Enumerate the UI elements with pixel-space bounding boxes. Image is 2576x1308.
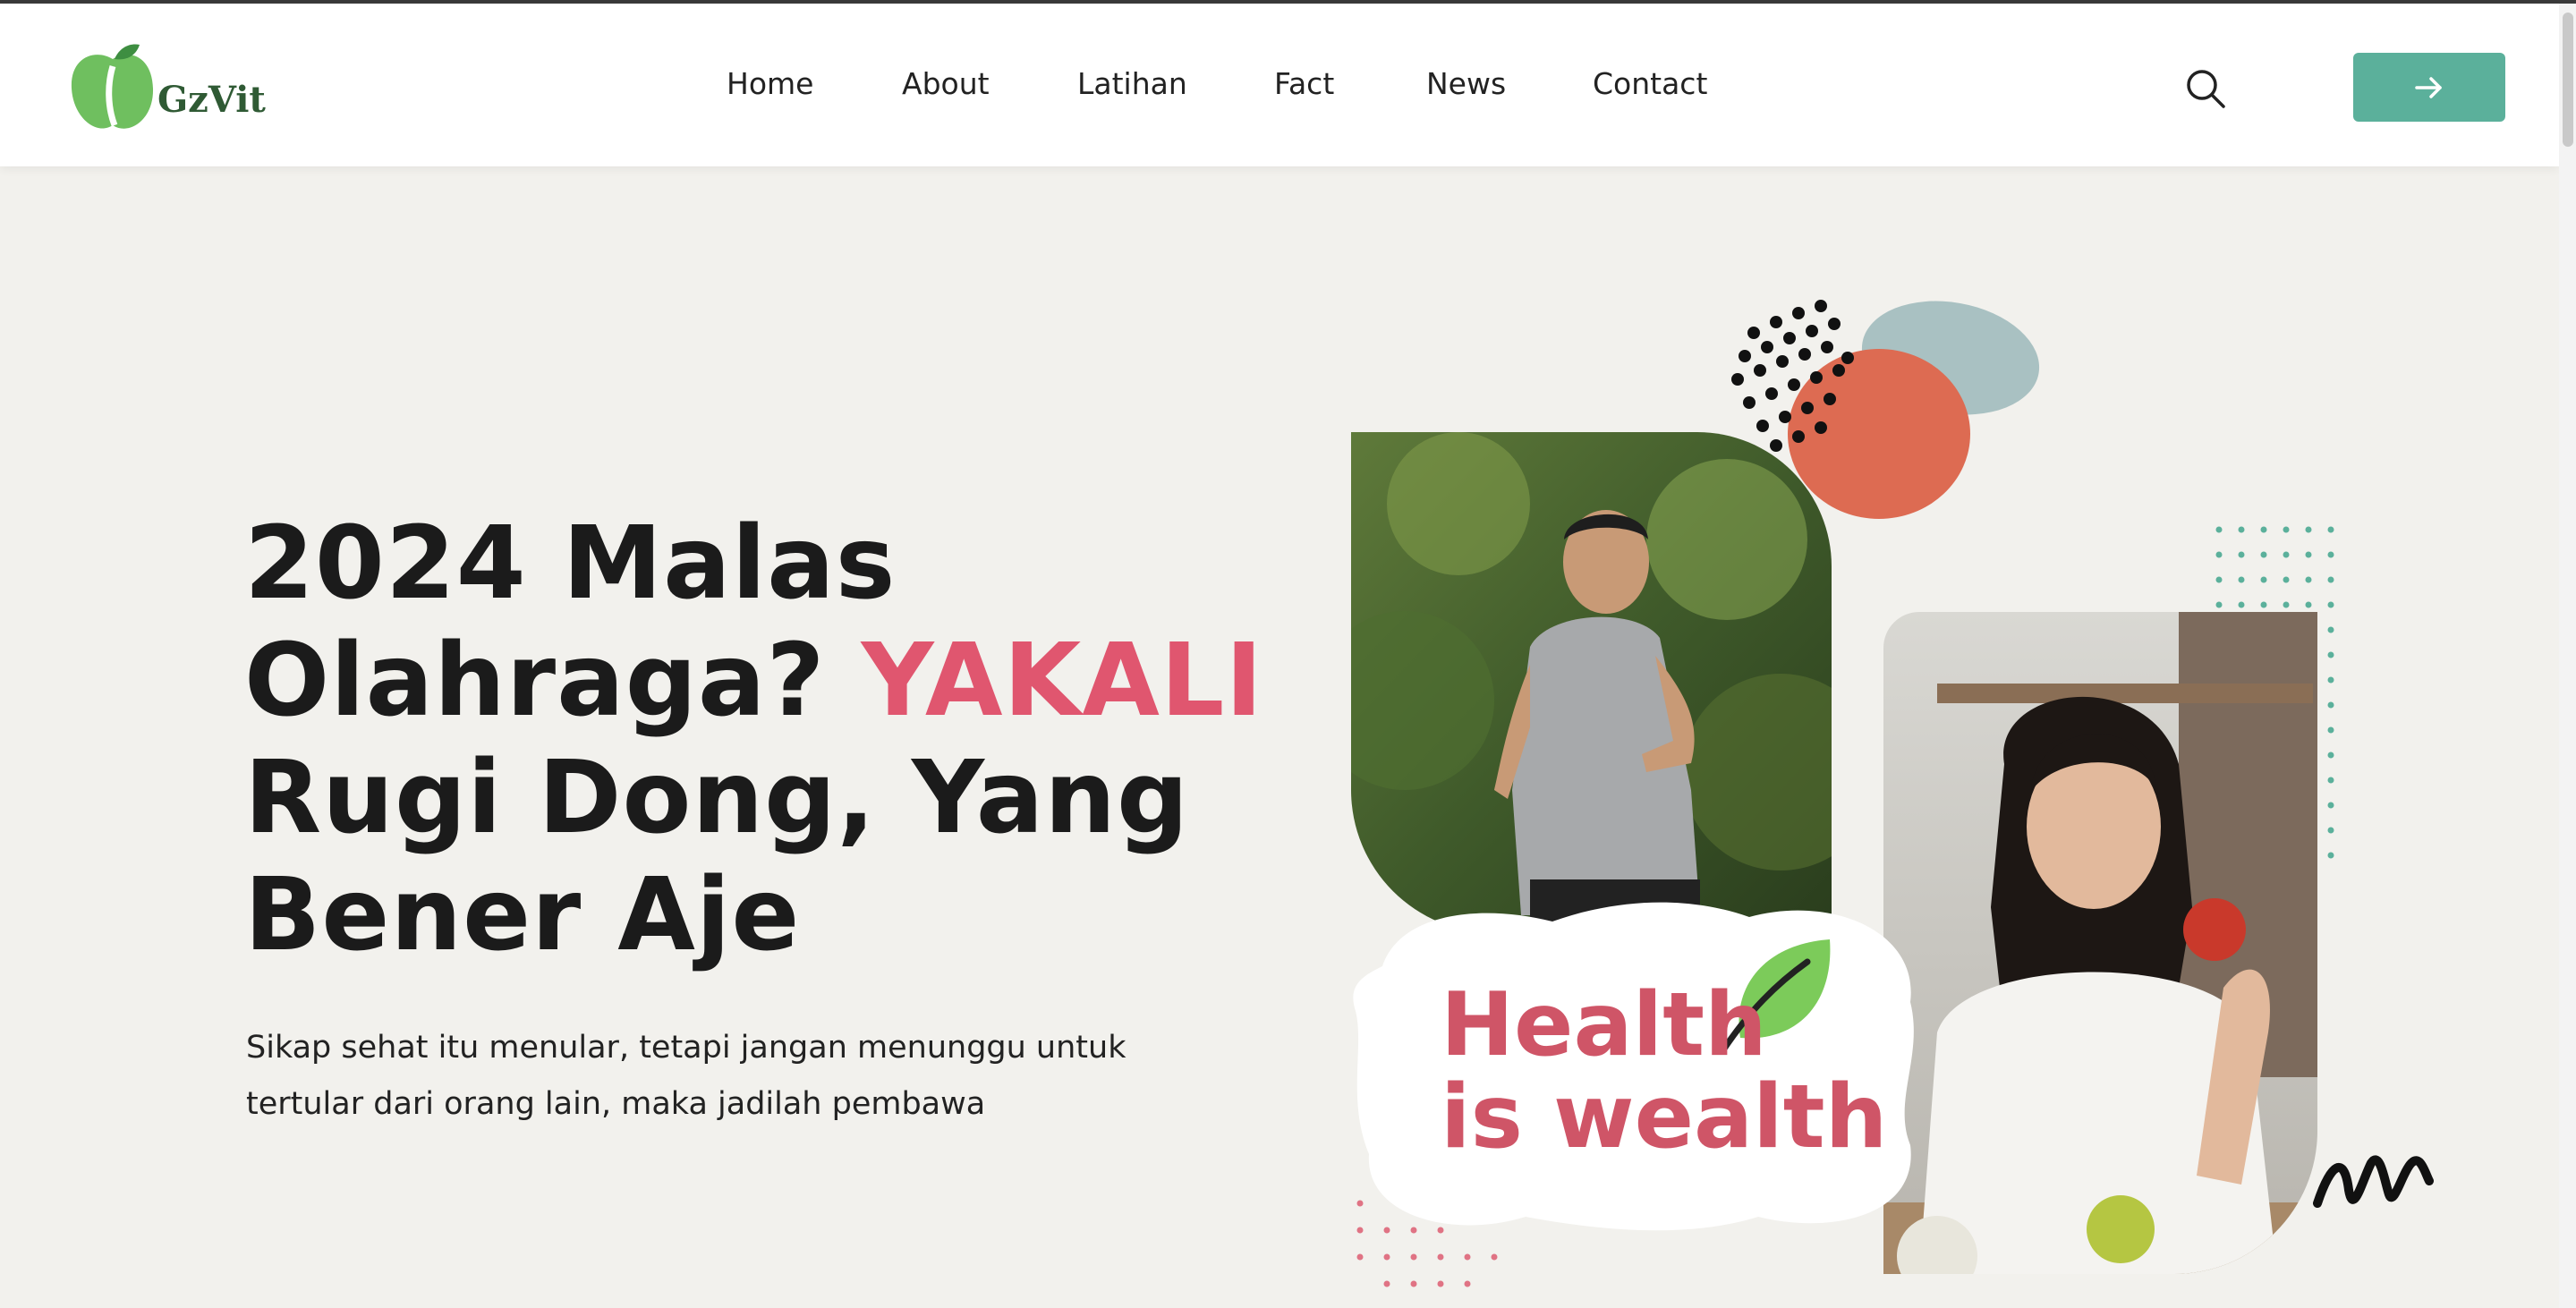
- cta-arrow-button[interactable]: [2353, 53, 2505, 122]
- hero-description-line1: Sikap sehat itu menular, tetapi jangan m…: [246, 1030, 1126, 1066]
- site-header: GzVit Home About Latihan Fact News Conta…: [0, 4, 2559, 166]
- hero-title-line2: Olahraga?: [244, 623, 826, 739]
- logo-text: GzVit: [157, 79, 266, 121]
- logo[interactable]: GzVit: [68, 39, 266, 138]
- hero-description-line2: tertular dari orang lain, maka jadilah p…: [246, 1086, 986, 1122]
- nav-news[interactable]: News: [1426, 66, 1506, 101]
- nav-fact[interactable]: Fact: [1274, 66, 1334, 101]
- apple-logo-icon: [71, 44, 154, 129]
- page-scrollbar[interactable]: [2559, 4, 2576, 1308]
- health-badge-text: Health is wealth: [1441, 980, 1887, 1164]
- hero-title-line4: Bener Aje: [244, 857, 801, 973]
- health-badge-line1: Health: [1441, 974, 1767, 1076]
- scrollbar-thumb[interactable]: [2563, 13, 2573, 147]
- woman-apple-photo: [1883, 612, 2317, 1274]
- hero-title-accent: YAKALI: [861, 623, 1264, 739]
- arrow-right-icon: [2415, 76, 2442, 98]
- nav-home[interactable]: Home: [727, 66, 813, 101]
- hero-title: 2024 Malas Olahraga? YAKALI Rugi Dong, Y…: [244, 505, 1318, 974]
- hero-description: Sikap sehat itu menular, tetapi jangan m…: [246, 1020, 1230, 1133]
- hero-title-line3: Rugi Dong, Yang: [244, 740, 1190, 856]
- nav-contact[interactable]: Contact: [1593, 66, 1707, 101]
- nav-about[interactable]: About: [902, 66, 990, 101]
- search-icon[interactable]: [2183, 66, 2228, 111]
- hero-illustration: Health is wealth: [1324, 268, 2487, 1306]
- nav-latihan[interactable]: Latihan: [1077, 66, 1187, 101]
- running-man-photo: [1351, 432, 1832, 933]
- hero-title-line1: 2024 Malas: [244, 505, 897, 622]
- health-badge-line2: is wealth: [1441, 1066, 1888, 1168]
